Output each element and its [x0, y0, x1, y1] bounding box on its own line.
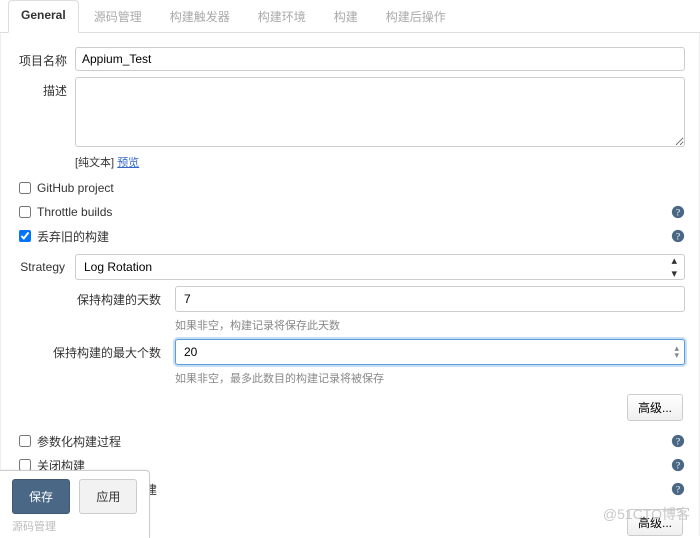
bottom-action-bar: 保存 应用 源码管理: [0, 470, 150, 538]
help-icon[interactable]: ?: [671, 458, 685, 472]
stepper-icon[interactable]: ▴▾: [674, 345, 679, 359]
strategy-label: Strategy: [15, 260, 75, 274]
parameterized-label: 参数化构建过程: [37, 433, 121, 450]
github-project-label: GitHub project: [37, 181, 114, 195]
description-label: 描述: [15, 77, 75, 99]
svg-text:?: ?: [676, 232, 680, 243]
svg-text:?: ?: [676, 461, 680, 472]
save-button[interactable]: 保存: [12, 479, 70, 514]
help-icon[interactable]: ?: [671, 434, 685, 448]
github-project-checkbox[interactable]: [19, 182, 31, 194]
plaintext-note: [纯文本]: [75, 157, 114, 169]
tab-post[interactable]: 构建后操作: [373, 0, 459, 32]
advanced-button-2[interactable]: 高级...: [627, 509, 683, 536]
keep-days-note: 如果非空，构建记录将保存此天数: [175, 317, 685, 333]
help-icon[interactable]: ?: [671, 229, 685, 243]
svg-text:?: ?: [676, 208, 680, 219]
tab-build[interactable]: 构建: [321, 0, 371, 32]
keep-max-input[interactable]: [175, 339, 685, 365]
parameterized-checkbox[interactable]: [19, 435, 31, 447]
apply-button[interactable]: 应用: [79, 479, 137, 514]
keep-max-note: 如果非空，最多此数目的构建记录将被保存: [175, 370, 685, 386]
advanced-button[interactable]: 高级...: [627, 394, 683, 421]
tab-env[interactable]: 构建环境: [245, 0, 319, 32]
keep-max-label: 保持构建的最大个数: [15, 339, 175, 361]
svg-text:?: ?: [676, 485, 680, 496]
svg-text:?: ?: [676, 437, 680, 448]
tab-general[interactable]: General: [8, 0, 79, 33]
project-name-label: 项目名称: [15, 47, 75, 69]
description-textarea[interactable]: [75, 77, 685, 147]
help-icon[interactable]: ?: [671, 205, 685, 219]
discard-old-checkbox[interactable]: [19, 230, 31, 242]
throttle-builds-checkbox[interactable]: [19, 206, 31, 218]
strategy-select[interactable]: Log Rotation: [75, 254, 685, 280]
general-section: 项目名称 描述 [纯文本] 预览 GitHub project Throttle…: [0, 33, 700, 536]
tab-triggers[interactable]: 构建触发器: [157, 0, 243, 32]
next-section-hint: 源码管理: [12, 518, 137, 534]
keep-days-input[interactable]: [175, 286, 685, 312]
throttle-builds-label: Throttle builds: [37, 205, 112, 219]
discard-old-label: 丢弃旧的构建: [37, 228, 109, 245]
project-name-input[interactable]: [75, 47, 685, 71]
keep-days-label: 保持构建的天数: [15, 286, 175, 308]
tab-scm[interactable]: 源码管理: [81, 0, 155, 32]
help-icon[interactable]: ?: [671, 482, 685, 496]
preview-link[interactable]: 预览: [117, 157, 139, 169]
tab-bar: General 源码管理 构建触发器 构建环境 构建 构建后操作: [0, 0, 700, 33]
